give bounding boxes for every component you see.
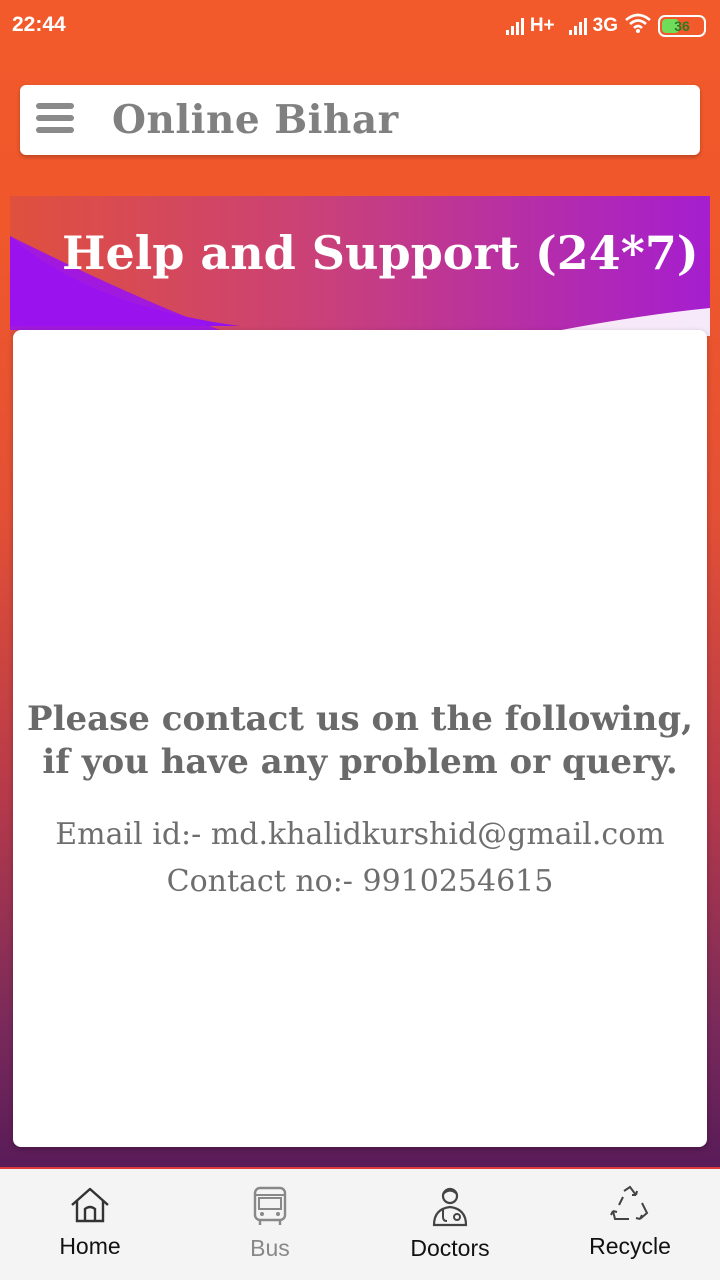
nav-label-doctors: Doctors xyxy=(410,1235,490,1261)
header-banner: Help and Support (24*7) xyxy=(10,196,710,336)
home-icon xyxy=(71,1187,109,1223)
bottom-navigation: Home Bus Doctors Recycle xyxy=(0,1167,720,1280)
nav-label-home: Home xyxy=(59,1233,121,1259)
battery-icon: 36 xyxy=(658,15,706,37)
nav-label-recycle: Recycle xyxy=(589,1233,671,1259)
status-bar: 22:44 H+ 3G 36 xyxy=(0,0,720,52)
email-text: Email id:- md.khalidkurshid@gmail.com xyxy=(55,817,665,852)
app-title: Online Bihar xyxy=(112,97,399,143)
wifi-icon xyxy=(624,13,652,39)
contact-heading-line-2: if you have any problem or query. xyxy=(42,742,678,782)
nav-label-bus: Bus xyxy=(250,1235,290,1261)
network-type-2: 3G xyxy=(592,15,618,36)
contact-number-text: Contact no:- 9910254615 xyxy=(166,864,554,899)
status-time: 22:44 xyxy=(12,13,66,36)
page-title: Help and Support (24*7) xyxy=(62,226,699,280)
status-indicators: H+ 3G 36 xyxy=(505,13,706,39)
app-bar: Online Bihar xyxy=(20,85,700,155)
network-type-1: H+ xyxy=(529,15,555,36)
bus-icon xyxy=(253,1186,287,1225)
doctor-icon xyxy=(432,1187,468,1227)
support-card: Please contact us on the following, if y… xyxy=(13,330,707,1147)
recycle-icon xyxy=(610,1185,649,1220)
nav-item-home[interactable]: Home xyxy=(0,1169,180,1280)
nav-item-doctors[interactable]: Doctors xyxy=(360,1169,540,1280)
signal-icon xyxy=(505,17,524,35)
contact-heading-line-1: Please contact us on the following, xyxy=(27,699,693,739)
nav-item-bus[interactable]: Bus xyxy=(180,1169,360,1280)
nav-item-recycle[interactable]: Recycle xyxy=(540,1169,720,1280)
battery-level: 36 xyxy=(674,18,690,34)
contact-heading: Please contact us on the following, if y… xyxy=(13,698,707,784)
signal-icon xyxy=(568,17,587,35)
hamburger-menu-icon[interactable] xyxy=(36,103,74,137)
